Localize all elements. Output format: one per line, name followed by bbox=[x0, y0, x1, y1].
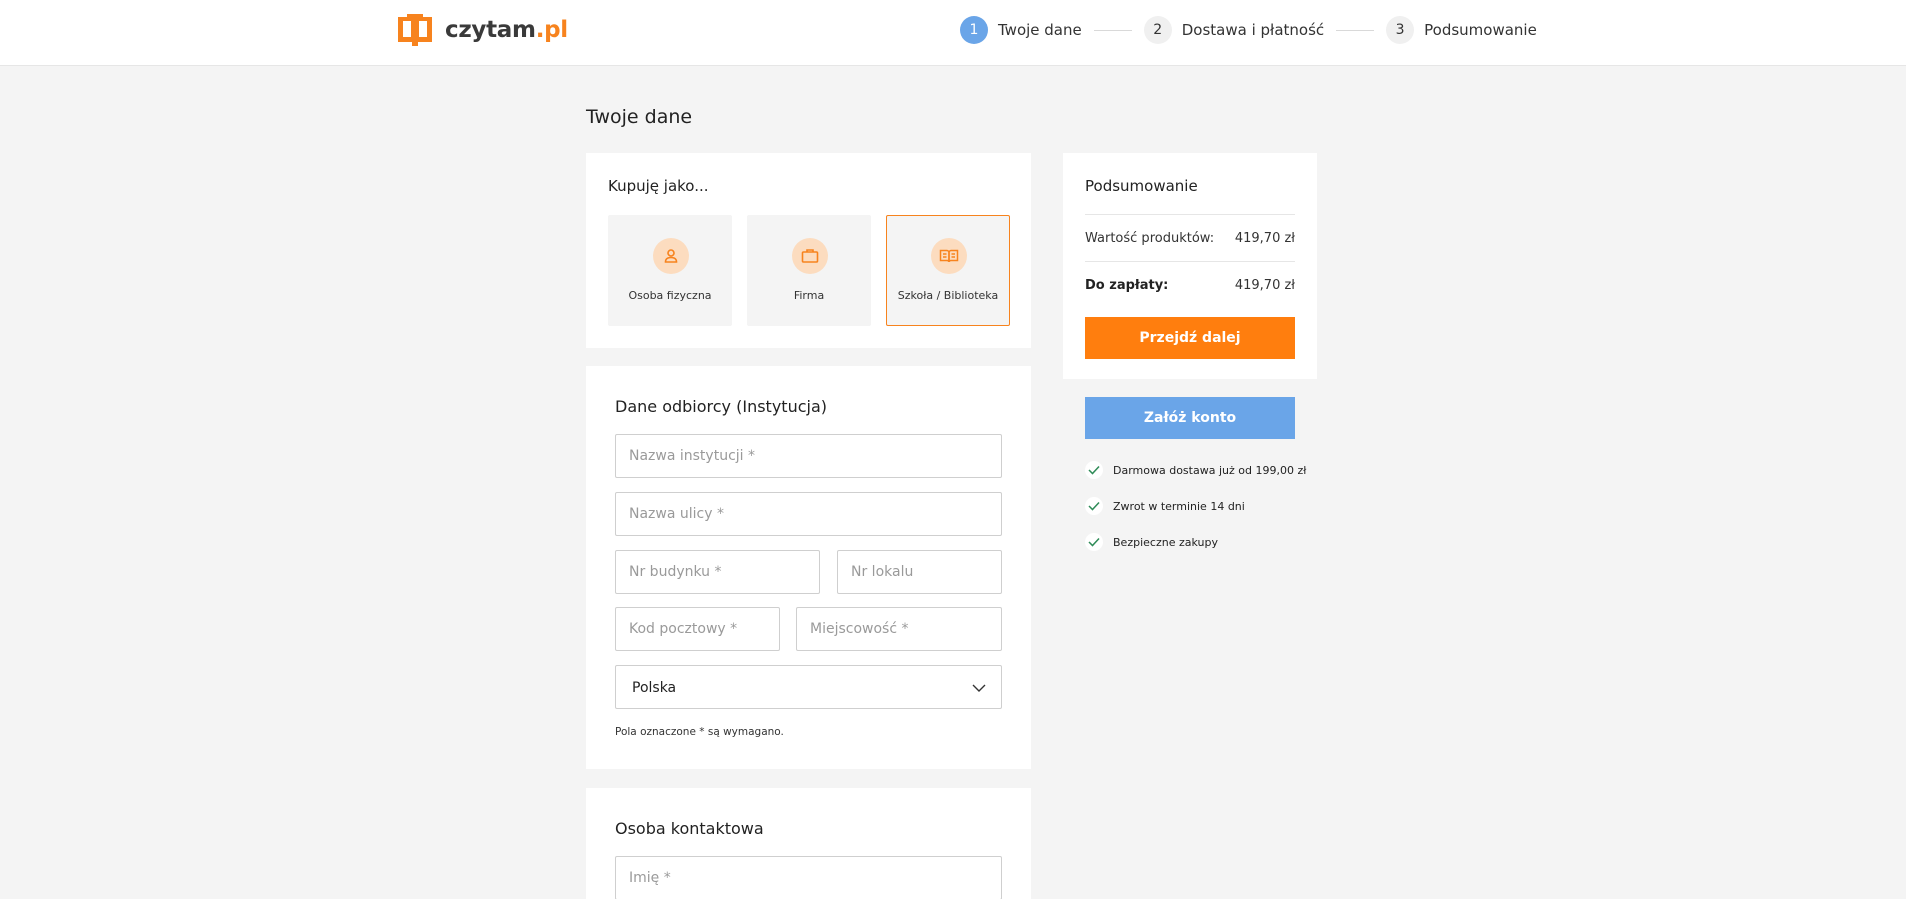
buyer-type-card: Kupuję jako... Osoba fizyczna Firma Szko… bbox=[586, 153, 1031, 348]
institution-name-input[interactable] bbox=[615, 434, 1002, 478]
header: czytam.pl 1 Twoje dane 2 Dostawa i płatn… bbox=[0, 0, 1906, 66]
checkmark-icon bbox=[1085, 461, 1103, 479]
total-amount: 419,70 zł bbox=[1234, 278, 1295, 293]
step-connector bbox=[1093, 29, 1132, 31]
checkout-steps: 1 Twoje dane 2 Dostawa i płatność 3 Pods… bbox=[960, 16, 1537, 44]
country-select-value: Polska bbox=[632, 680, 677, 696]
checkmark-icon bbox=[1085, 497, 1103, 515]
required-fields-note: Pola oznaczone * są wymagano. bbox=[615, 726, 784, 738]
first-name-input[interactable] bbox=[615, 856, 1002, 899]
perks-list: Darmowa dostawa już od 199,00 zł Zwrot w… bbox=[1085, 460, 1306, 568]
buyer-option-label: Szkoła / Biblioteka bbox=[897, 289, 999, 302]
create-account-button[interactable]: Załóż konto bbox=[1085, 397, 1295, 439]
logo-text: czytam.pl bbox=[445, 17, 568, 43]
perk-item: Zwrot w terminie 14 dni bbox=[1085, 496, 1306, 516]
contact-person-card: Osoba kontaktowa bbox=[586, 788, 1031, 899]
book-logo-icon bbox=[398, 14, 432, 46]
summary-title: Podsumowanie bbox=[1085, 177, 1198, 195]
step-label: Twoje dane bbox=[998, 21, 1082, 39]
step-1[interactable]: 1 Twoje dane bbox=[960, 16, 1082, 44]
logo[interactable]: czytam.pl bbox=[395, 12, 568, 48]
postal-code-input[interactable] bbox=[615, 607, 780, 651]
buyer-option-label: Firma bbox=[793, 289, 825, 302]
summary-divider bbox=[1085, 214, 1295, 215]
recipient-form-card: Dane odbiorcy (Instytucja) Polska Pola o… bbox=[586, 366, 1031, 769]
step-number: 1 bbox=[960, 16, 988, 44]
buyer-option-label: Osoba fizyczna bbox=[628, 289, 712, 302]
perk-item: Darmowa dostawa już od 199,00 zł bbox=[1085, 460, 1306, 480]
checkmark-icon bbox=[1085, 533, 1103, 551]
chevron-down-icon bbox=[972, 684, 986, 692]
products-value-amount: 419,70 zł bbox=[1234, 231, 1295, 246]
street-name-input[interactable] bbox=[615, 492, 1002, 536]
step-2[interactable]: 2 Dostawa i płatność bbox=[1143, 16, 1325, 44]
country-select[interactable]: Polska bbox=[615, 665, 1002, 709]
step-number: 3 bbox=[1386, 16, 1415, 44]
buyer-type-title: Kupuję jako... bbox=[608, 177, 709, 195]
step-connector bbox=[1336, 29, 1375, 31]
perk-text: Darmowa dostawa już od 199,00 zł bbox=[1113, 463, 1307, 477]
products-value-row: Wartość produktów: 419,70 zł bbox=[1085, 231, 1295, 246]
total-label: Do zapłaty: bbox=[1085, 278, 1169, 293]
perk-text: Zwrot w terminie 14 dni bbox=[1113, 499, 1245, 513]
step-label: Dostawa i płatność bbox=[1181, 21, 1325, 39]
building-number-input[interactable] bbox=[615, 550, 820, 594]
person-icon bbox=[653, 238, 689, 274]
continue-button[interactable]: Przejdź dalej bbox=[1085, 317, 1295, 359]
total-row: Do zapłaty: 419,70 zł bbox=[1085, 278, 1295, 293]
buyer-option-person[interactable]: Osoba fizyczna bbox=[608, 215, 732, 326]
products-value-label: Wartość produktów: bbox=[1085, 231, 1215, 246]
buyer-option-school[interactable]: Szkoła / Biblioteka bbox=[886, 215, 1010, 326]
apartment-number-input[interactable] bbox=[837, 550, 1002, 594]
order-summary-card: Podsumowanie Wartość produktów: 419,70 z… bbox=[1063, 153, 1317, 379]
buyer-option-company[interactable]: Firma bbox=[747, 215, 871, 326]
summary-divider bbox=[1085, 261, 1295, 262]
step-3[interactable]: 3 Podsumowanie bbox=[1386, 16, 1537, 44]
perk-text: Bezpieczne zakupy bbox=[1113, 535, 1218, 549]
city-input[interactable] bbox=[796, 607, 1002, 651]
briefcase-icon bbox=[792, 238, 828, 274]
open-book-icon bbox=[931, 238, 967, 274]
step-number: 2 bbox=[1143, 16, 1172, 44]
recipient-section-title: Dane odbiorcy (Instytucja) bbox=[615, 397, 827, 416]
page-title: Twoje dane bbox=[586, 106, 693, 128]
perk-item: Bezpieczne zakupy bbox=[1085, 532, 1306, 552]
step-label: Podsumowanie bbox=[1424, 21, 1537, 39]
contact-section-title: Osoba kontaktowa bbox=[615, 819, 764, 838]
